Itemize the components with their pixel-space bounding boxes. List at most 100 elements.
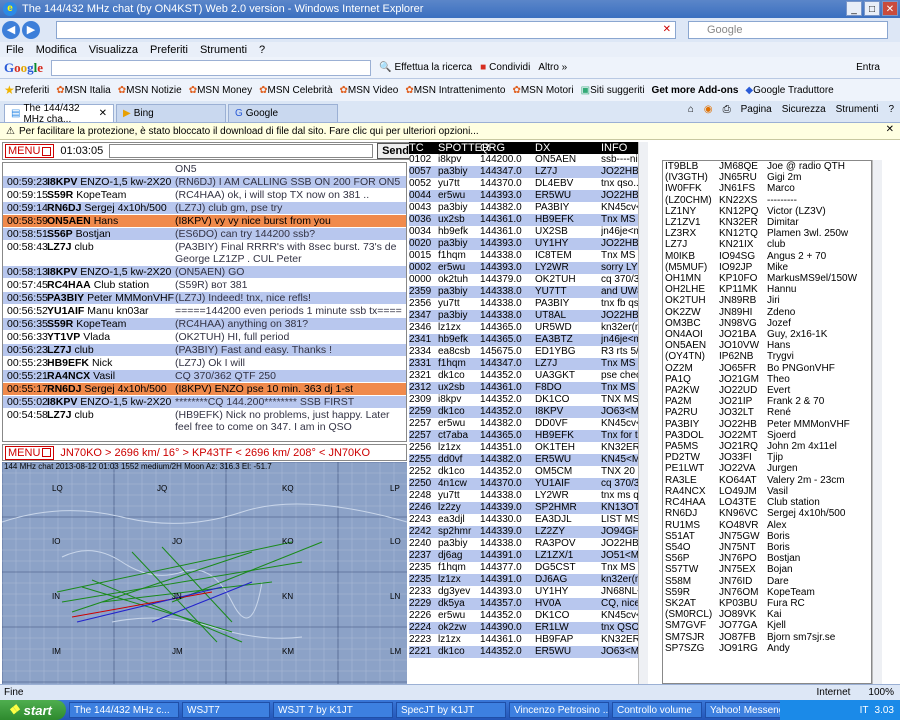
back-icon[interactable]: ◀	[2, 21, 20, 39]
chat-callsign[interactable]: I8KPV ENZO-1,5 kw-2X20	[47, 176, 175, 188]
chat-row[interactable]: 00:55:02 I8KPV ENZO-1,5 kw-2X20 ********CQ…	[3, 396, 406, 409]
chat-row[interactable]: 00:58:43 LZ7J club (PA3BIY) Final RRRR's w…	[3, 241, 406, 266]
user-row[interactable]: S56P JN76PO Bostjan	[663, 553, 871, 564]
spot-row[interactable]: 2233 dg3yev 144393.0 UY1HY JN68NL<MS	[409, 586, 639, 598]
chat-row[interactable]: 00:56:35 S59R KopeTeam (RC4HAA) anything o…	[3, 318, 406, 331]
user-row[interactable]: OM3BC JN98VG Jozef	[663, 318, 871, 329]
user-row[interactable]: S59R JN76OM KopeTeam	[663, 587, 871, 598]
fav-google-traduttore[interactable]: ◆ Google Traduttore	[745, 85, 833, 96]
spot-row[interactable]: 2331 f1hqm 144347.0 LZ7J Tnx MS qso,	[409, 358, 639, 370]
spot-row[interactable]: 2252 dk1co 144352.0 OM5CM TNX 20 sec	[409, 466, 639, 478]
user-row[interactable]: PE1LWT JO22VA Jurgen	[663, 463, 871, 474]
spotter-scrollbar[interactable]	[638, 142, 648, 684]
user-row[interactable]: LZ1NY KN12PQ Victor (LZ3V)	[663, 206, 871, 217]
locator-map[interactable]: 144 MHz chat 2013-08-12 01:03 1552 mediu…	[2, 462, 407, 684]
fav-msn-italia[interactable]: ✿ MSN Italia	[56, 85, 111, 96]
close-tab-icon[interactable]: ✕	[99, 108, 107, 119]
chat-row[interactable]: 00:59:23 I8KPV ENZO-1,5 kw-2X20 (RN6DJ) I …	[3, 176, 406, 189]
refresh-icon[interactable]: ✕	[663, 24, 671, 35]
menu-file[interactable]: File	[6, 44, 24, 56]
feed-icon[interactable]: ◉	[704, 104, 713, 115]
user-row[interactable]: S51AT JN75GW Boris	[663, 531, 871, 542]
fav-msn-intrattenimento[interactable]: ✿ MSN Intrattenimento	[405, 85, 505, 96]
spot-row[interactable]: 2359 pa3biy 144338.0 YU7TT and UW8SM	[409, 286, 639, 298]
tab-chat[interactable]: ▤ The 144/432 MHz cha... ✕	[4, 103, 114, 125]
more-button[interactable]: Altro »	[538, 62, 567, 73]
spot-row[interactable]: 2248 yu7tt 144338.0 LY2WR tnx ms qso.	[409, 490, 639, 502]
user-row[interactable]: SM7GVF JO77GA Kjell	[663, 620, 871, 631]
spot-row[interactable]: 2223 lz1zx 144361.0 HB9FAP KN32ER(MS	[409, 634, 639, 646]
task-chat[interactable]: The 144/432 MHz c...	[69, 702, 179, 718]
user-row[interactable]: SM7SJR JO87FB Bjorn sm7sjr.se	[663, 632, 871, 643]
favorites-button[interactable]: ★ Preferiti	[4, 83, 49, 97]
user-row[interactable]: PA3DOL JO22MT Sjoerd	[663, 430, 871, 441]
chat-callsign[interactable]: RN6DJ Sergej 4x10h/500	[47, 202, 175, 214]
user-row[interactable]: IT9BLB JM68QE Joe @ radio QTH	[663, 161, 871, 172]
user-row[interactable]: OZ2M JO65FR Bo PNGonVHF	[663, 363, 871, 374]
chat-row[interactable]: 00:55:21 RA4NCX Vasil CQ 370/362 QTF 250	[3, 370, 406, 383]
chat-row[interactable]: 00:56:55 PA3BIY Peter MMMonVHF (LZ7J) Inde…	[3, 292, 406, 305]
callsign[interactable]: RN6DJ	[47, 383, 81, 395]
close-button[interactable]: ✕	[882, 1, 898, 16]
chat-row[interactable]: 00:59:14 RN6DJ Sergej 4x10h/500 (LZ7J) clu…	[3, 202, 406, 215]
google-search-input[interactable]	[51, 59, 372, 76]
spot-row[interactable]: 2243 ea3djl 144330.0 EA3DJL LIST MS SS	[409, 514, 639, 526]
chat-callsign[interactable]: I8KPV ENZO-1,5 kw-2X20	[47, 266, 175, 278]
chat-row[interactable]: 00:57:45 RC4HAA Club station (S59R) вот 38…	[3, 279, 406, 292]
chat-callsign[interactable]: S56P Bostjan	[47, 228, 175, 240]
address-input[interactable]: ✕	[56, 21, 676, 39]
fav-add-ons[interactable]: Get more Add-ons	[652, 85, 739, 96]
spot-row[interactable]: 2226 er5wu 144352.0 DK1CO KN45cv<MS	[409, 610, 639, 622]
user-row[interactable]: PA2KW JO22UD Evert	[663, 385, 871, 396]
spot-row[interactable]: 2235 f1hqm 144377.0 DG5CST Tnx MS qso,	[409, 562, 639, 574]
spot-row[interactable]: 2356 yu7tt 144338.0 PA3BIY tnx fb qso..7	[409, 298, 639, 310]
user-row[interactable]: PA2M JO21IP Frank 2 & 70	[663, 396, 871, 407]
callsign[interactable]: LZ7J	[47, 409, 72, 421]
chat-row[interactable]: 00:54:58 LZ7J club (HB9EFK) Nick no proble…	[3, 409, 406, 434]
chat-callsign[interactable]: RC4HAA Club station	[47, 279, 175, 291]
home-icon[interactable]: ⌂	[688, 104, 694, 115]
user-row[interactable]: RC4HAA LO43TE Club station	[663, 497, 871, 508]
safety-menu[interactable]: Sicurezza	[782, 104, 826, 115]
chat-callsign[interactable]: PA3BIY Peter MMMonVHF	[47, 292, 175, 304]
user-row[interactable]: S58M JN76ID Dare	[663, 576, 871, 587]
user-row[interactable]: PD2TW JO33FI Tjip	[663, 452, 871, 463]
spot-row[interactable]: 2257 ct7aba 144365.0 HB9EFK Tnx for the M	[409, 430, 639, 442]
user-list-scrollbar[interactable]	[872, 160, 882, 684]
spot-row[interactable]: 2256 lz1zx 144351.0 OK1TEH KN32ER<MS	[409, 442, 639, 454]
chat-callsign[interactable]: RN6DJ Sergej 4x10h/500	[47, 383, 175, 395]
spot-row[interactable]: 2235 lz1zx 144391.0 DJ6AG kn32er(ms)j	[409, 574, 639, 586]
spot-row[interactable]: 2224 ok2zw 144390.0 ER1LW tnx QSO, 73	[409, 622, 639, 634]
user-row[interactable]: OK2TUH JN89RB Jiri	[663, 295, 871, 306]
chat-callsign[interactable]: I8KPV ENZO-1,5 kw-2X20	[47, 396, 175, 408]
chat-row[interactable]: 00:56:33 YT1VP Vlada (OK2TUH) HI, full per…	[3, 331, 406, 344]
spot-row[interactable]: 2341 hb9efk 144365.0 EA3BTZ jn46je<ms>	[409, 334, 639, 346]
chat-callsign[interactable]	[47, 163, 175, 175]
spot-row[interactable]: 2259 dk1co 144352.0 I8KPV JO63<MS><	[409, 406, 639, 418]
fav-siti-suggeriti[interactable]: ▣ Siti suggeriti	[581, 85, 645, 96]
zoom-level[interactable]: 100%	[868, 687, 894, 698]
start-button[interactable]: ❖ start	[0, 700, 66, 720]
forward-icon[interactable]: ▶	[22, 21, 40, 39]
user-row[interactable]: S57TW JN75EX Bojan	[663, 564, 871, 575]
chat-row[interactable]: 00:56:23 LZ7J club (PA3BIY) Fast and easy.…	[3, 344, 406, 357]
callsign[interactable]: I8KPV	[47, 176, 77, 188]
callsign[interactable]: PA3BIY	[47, 292, 84, 304]
information-bar[interactable]: ⚠ Per facilitare la protezione, è stato …	[0, 123, 900, 140]
chat-row[interactable]: 00:55:23 HB9EFK Nick (LZ7J) Ok I will	[3, 357, 406, 370]
user-row[interactable]: (M5MUF) IO92JP Mike	[663, 262, 871, 273]
chat-callsign[interactable]: LZ7J club	[47, 344, 175, 356]
chat-row[interactable]: 00:58:13 I8KPV ENZO-1,5 kw-2X20 (ON5AEN) G…	[3, 266, 406, 279]
chat-callsign[interactable]: LZ7J club	[47, 409, 175, 433]
callsign[interactable]: HB9EFK	[47, 357, 89, 369]
spot-row[interactable]: 0057 pa3biy 144347.0 LZ7J JO22HB<MS	[409, 166, 639, 178]
task-wsjt7[interactable]: WSJT7	[182, 702, 270, 718]
task-volume[interactable]: Controllo volume	[612, 702, 702, 718]
close-infobar-icon[interactable]: ✕	[886, 124, 894, 135]
spot-row[interactable]: 0000 ok2tuh 144379.0 OK2TUH cq 370/379	[409, 274, 639, 286]
chat-callsign[interactable]: ON5AEN Hans	[47, 215, 175, 227]
callsign[interactable]: RN6DJ	[47, 202, 81, 214]
user-row[interactable]: (SM0RCL) JO89VK Kai	[663, 609, 871, 620]
fav-msn-video[interactable]: ✿ MSN Video	[340, 85, 399, 96]
tab-bing[interactable]: ▶ Bing	[116, 104, 226, 122]
